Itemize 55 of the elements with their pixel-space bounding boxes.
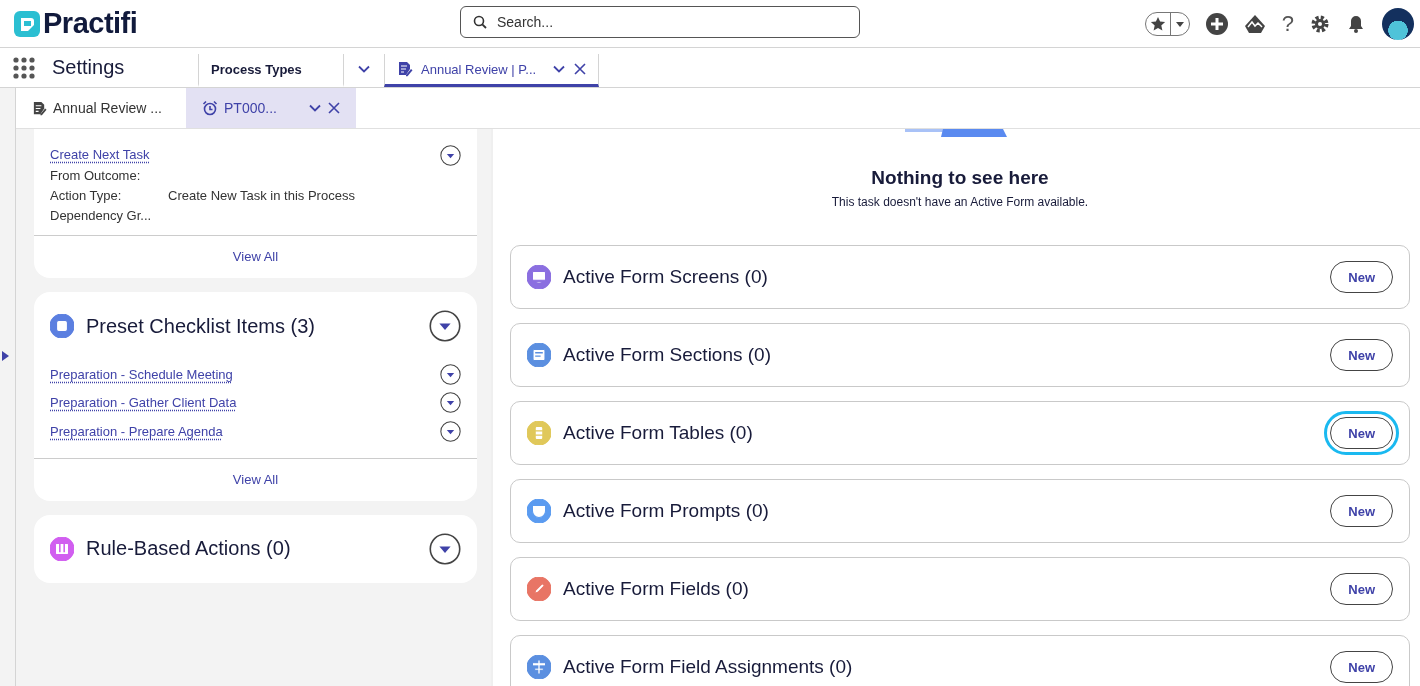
- bell-icon[interactable]: [1346, 13, 1366, 34]
- dropdown-icon[interactable]: [440, 145, 461, 166]
- caret-icon: [1174, 19, 1185, 28]
- empty-state-title: Nothing to see here: [870, 167, 1050, 189]
- new-button[interactable]: New: [1330, 651, 1393, 683]
- mountain-icon[interactable]: [1243, 13, 1266, 34]
- close-icon[interactable]: [574, 63, 587, 75]
- star-icon: [1149, 15, 1166, 32]
- close-icon[interactable]: [328, 102, 340, 114]
- document-edit-icon: [32, 100, 47, 116]
- new-button[interactable]: New: [1330, 339, 1393, 371]
- search-field[interactable]: Search...: [460, 6, 860, 38]
- search-icon: [473, 15, 487, 29]
- card-title: Preset Checklist Items (3): [86, 314, 316, 338]
- related-list-title: Active Form Screens (0): [563, 266, 769, 288]
- nav-tab[interactable]: Process Types: [198, 54, 343, 87]
- related-list-title: Active Form Sections (0): [563, 344, 772, 366]
- subtab[interactable]: PT000...: [186, 88, 356, 128]
- dropdown-icon[interactable]: [429, 532, 461, 565]
- settings-icon[interactable]: [1310, 13, 1330, 34]
- avatar[interactable]: [1382, 7, 1414, 40]
- expand-arrow-icon[interactable]: [2, 351, 9, 361]
- field-value: Create New Task in this Process: [168, 188, 355, 203]
- document-edit-icon: [397, 61, 413, 77]
- logo-text: Practifi: [43, 7, 138, 40]
- logo-icon: [14, 10, 40, 37]
- dropdown-icon[interactable]: [440, 420, 461, 442]
- related-list-title: Active Form Tables (0): [563, 422, 754, 444]
- checklist-link[interactable]: Preparation - Schedule Meeting: [50, 366, 233, 382]
- action-link[interactable]: Create Next Task: [50, 147, 150, 162]
- nav-tab[interactable]: Annual Review | P...: [384, 54, 600, 87]
- new-button[interactable]: New: [1330, 261, 1393, 293]
- dropdown-icon[interactable]: [440, 392, 461, 414]
- field-label: From Outcome:: [50, 168, 142, 183]
- new-button[interactable]: New: [1330, 495, 1393, 527]
- related-list-title: Active Form Fields (0): [563, 578, 750, 600]
- related-list-title: Active Form Prompts (0): [563, 500, 770, 522]
- field-label: Action Type:: [50, 188, 123, 203]
- view-all-link[interactable]: View All: [232, 249, 279, 264]
- related-list-title: Active Form Field Assignments (0): [563, 656, 854, 678]
- help-icon[interactable]: ?: [1281, 12, 1294, 35]
- view-all-link[interactable]: View All: [232, 471, 279, 487]
- app-launcher-icon[interactable]: [13, 56, 35, 79]
- dropdown-icon[interactable]: [429, 310, 461, 342]
- app-name: Settings: [51, 55, 126, 80]
- add-icon[interactable]: [1205, 12, 1228, 35]
- subtab[interactable]: Annual Review ...: [16, 88, 186, 128]
- empty-state-message: This task doesn't have an Active Form available.: [830, 195, 1090, 209]
- new-button[interactable]: New: [1330, 573, 1393, 605]
- alarm-clock-icon: [202, 100, 218, 116]
- checklist-link[interactable]: Preparation - Prepare Agenda: [50, 423, 223, 439]
- card-title: Rule-Based Actions (0): [86, 537, 292, 560]
- dropdown-icon[interactable]: [440, 363, 461, 385]
- field-label: Dependency Gr...: [50, 208, 153, 223]
- checklist-link[interactable]: Preparation - Gather Client Data: [50, 395, 237, 411]
